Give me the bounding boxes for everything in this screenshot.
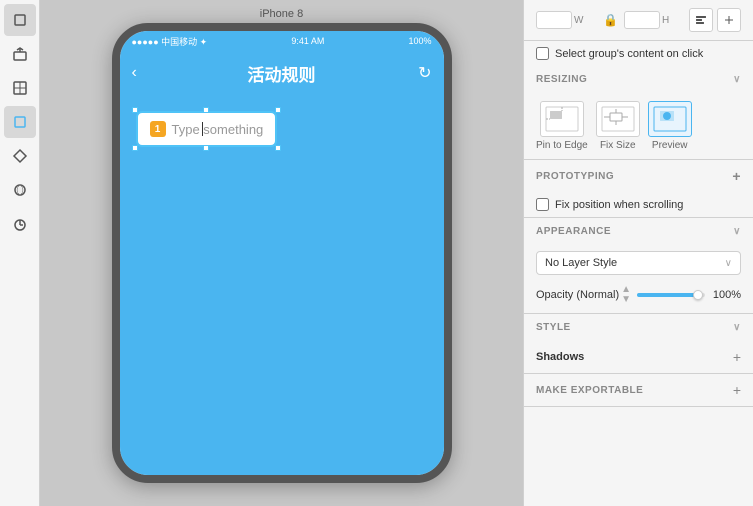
x-label: W	[574, 15, 583, 26]
handle-bl	[132, 145, 138, 151]
layer-style-row: No Layer Style ∨	[524, 245, 753, 281]
select-group-label: Select group's content on click	[555, 48, 703, 60]
shadows-add-icon[interactable]: +	[733, 349, 741, 365]
appearance-title: APPEARANCE	[536, 226, 611, 237]
fix-size-label: Fix Size	[600, 140, 636, 151]
slider-thumb	[693, 290, 703, 300]
style-chevron[interactable]: ∨	[733, 322, 741, 333]
status-battery: 100%	[408, 36, 431, 46]
iphone-content: 1 Type something	[120, 95, 444, 475]
handle-bc	[203, 145, 209, 151]
y-coord: 18 H	[624, 11, 685, 29]
right-panel: 294 W 🔒 18 H Select group's content on c…	[523, 0, 753, 506]
style-title: STYLE	[536, 322, 571, 333]
opacity-label: Opacity (Normal) ▲▼	[536, 285, 631, 305]
opacity-row: Opacity (Normal) ▲▼ 100%	[524, 281, 753, 313]
resizing-title: RESIZING	[536, 74, 587, 85]
preview-option[interactable]: Preview	[648, 101, 692, 151]
fix-position-label: Fix position when scrolling	[555, 199, 683, 211]
preview-label: Preview	[652, 140, 688, 151]
shadows-row: Shadows +	[524, 341, 753, 373]
resizing-chevron[interactable]: ∨	[733, 74, 741, 85]
appearance-section: APPEARANCE ∨ No Layer Style ∨ Opacity (N…	[524, 218, 753, 314]
shadows-label: Shadows	[536, 351, 584, 363]
iphone-status-bar: ●●●●● 中国移动 ✦ 9:41 AM 100%	[120, 31, 444, 51]
handle-br	[275, 145, 281, 151]
opacity-stepper[interactable]: ▲▼	[621, 285, 631, 305]
nav-back-icon: ‹	[132, 64, 137, 82]
canvas-area: iPhone 8 ●●●●● 中国移动 ✦ 9:41 AM 100% ‹ 活动规…	[40, 0, 523, 506]
opacity-label-text: Opacity (Normal)	[536, 289, 619, 301]
style-section: STYLE ∨ Shadows +	[524, 314, 753, 374]
toolbar-prototype[interactable]	[4, 106, 36, 138]
select-group-checkbox[interactable]	[536, 47, 549, 60]
prototyping-section: PROTOTYPING + Fix position when scrollin…	[524, 160, 753, 218]
toolbar-insert[interactable]	[4, 38, 36, 70]
iphone-nav-bar: ‹ 活动规则 ↻	[120, 51, 444, 95]
prototyping-add-icon[interactable]: +	[732, 168, 741, 184]
prototyping-header: PROTOTYPING +	[524, 160, 753, 192]
x-coord: 294 W	[536, 11, 597, 29]
resizing-header: RESIZING ∨	[524, 66, 753, 93]
align-left-icon[interactable]	[689, 8, 713, 32]
coords-row: 294 W 🔒 18 H	[524, 0, 753, 41]
fix-position-checkbox[interactable]	[536, 198, 549, 211]
handle-tr	[275, 107, 281, 113]
toolbar-components[interactable]	[4, 140, 36, 172]
search-bar[interactable]: 1 Type something	[136, 111, 278, 147]
fix-size-box	[596, 101, 640, 137]
exportable-add-icon[interactable]: +	[733, 382, 741, 398]
exportable-section: MAKE EXPORTABLE +	[524, 374, 753, 407]
resizing-grid: Pin to Edge Fix Size	[524, 93, 753, 159]
style-header: STYLE ∨	[524, 314, 753, 341]
search-bar-placeholder: Type something	[172, 122, 264, 137]
left-toolbar	[0, 0, 40, 506]
handle-tc	[203, 107, 209, 113]
nav-action-icon: ↻	[418, 63, 431, 83]
text-cursor	[202, 122, 203, 136]
status-carrier: ●●●●● 中国移动 ✦	[132, 35, 208, 48]
pin-to-edge-box	[540, 101, 584, 137]
opacity-value: 100%	[711, 289, 741, 301]
resizing-section: RESIZING ∨ Pin to Edge	[524, 66, 753, 160]
exportable-row: MAKE EXPORTABLE +	[524, 374, 753, 406]
appearance-header: APPEARANCE ∨	[524, 218, 753, 245]
fix-size-option[interactable]: Fix Size	[596, 101, 640, 151]
y-value-input[interactable]: 18	[624, 11, 660, 29]
status-time: 9:41 AM	[291, 36, 324, 46]
align-right-icon[interactable]	[717, 8, 741, 32]
x-value-input[interactable]: 294	[536, 11, 572, 29]
select-group-row: Select group's content on click	[524, 41, 753, 66]
pin-to-edge-option[interactable]: Pin to Edge	[536, 101, 588, 151]
opacity-slider[interactable]	[637, 293, 705, 297]
prototyping-title: PROTOTYPING	[536, 171, 614, 182]
layer-style-dropdown[interactable]: No Layer Style ∨	[536, 251, 741, 275]
search-bar-container: 1 Type something	[136, 111, 278, 147]
search-bar-number: 1	[150, 121, 166, 137]
layer-style-value: No Layer Style	[545, 257, 617, 269]
nav-title: 活动规则	[248, 61, 316, 86]
y-label: H	[662, 15, 669, 26]
toolbar-timing[interactable]	[4, 208, 36, 240]
device-label: iPhone 8	[260, 8, 303, 20]
appearance-chevron[interactable]: ∨	[733, 226, 741, 237]
lock-icon: 🔒	[601, 13, 620, 27]
dropdown-arrow: ∨	[725, 258, 732, 269]
iphone-mockup: ●●●●● 中国移动 ✦ 9:41 AM 100% ‹ 活动规则 ↻	[112, 23, 452, 483]
preview-box	[648, 101, 692, 137]
toolbar-layout[interactable]	[4, 72, 36, 104]
pin-to-edge-label: Pin to Edge	[536, 140, 588, 151]
align-icons	[689, 8, 741, 32]
toolbar-colors[interactable]	[4, 174, 36, 206]
fix-position-row: Fix position when scrolling	[524, 192, 753, 217]
handle-tl	[132, 107, 138, 113]
toolbar-select[interactable]	[4, 4, 36, 36]
exportable-title: MAKE EXPORTABLE	[536, 385, 643, 396]
